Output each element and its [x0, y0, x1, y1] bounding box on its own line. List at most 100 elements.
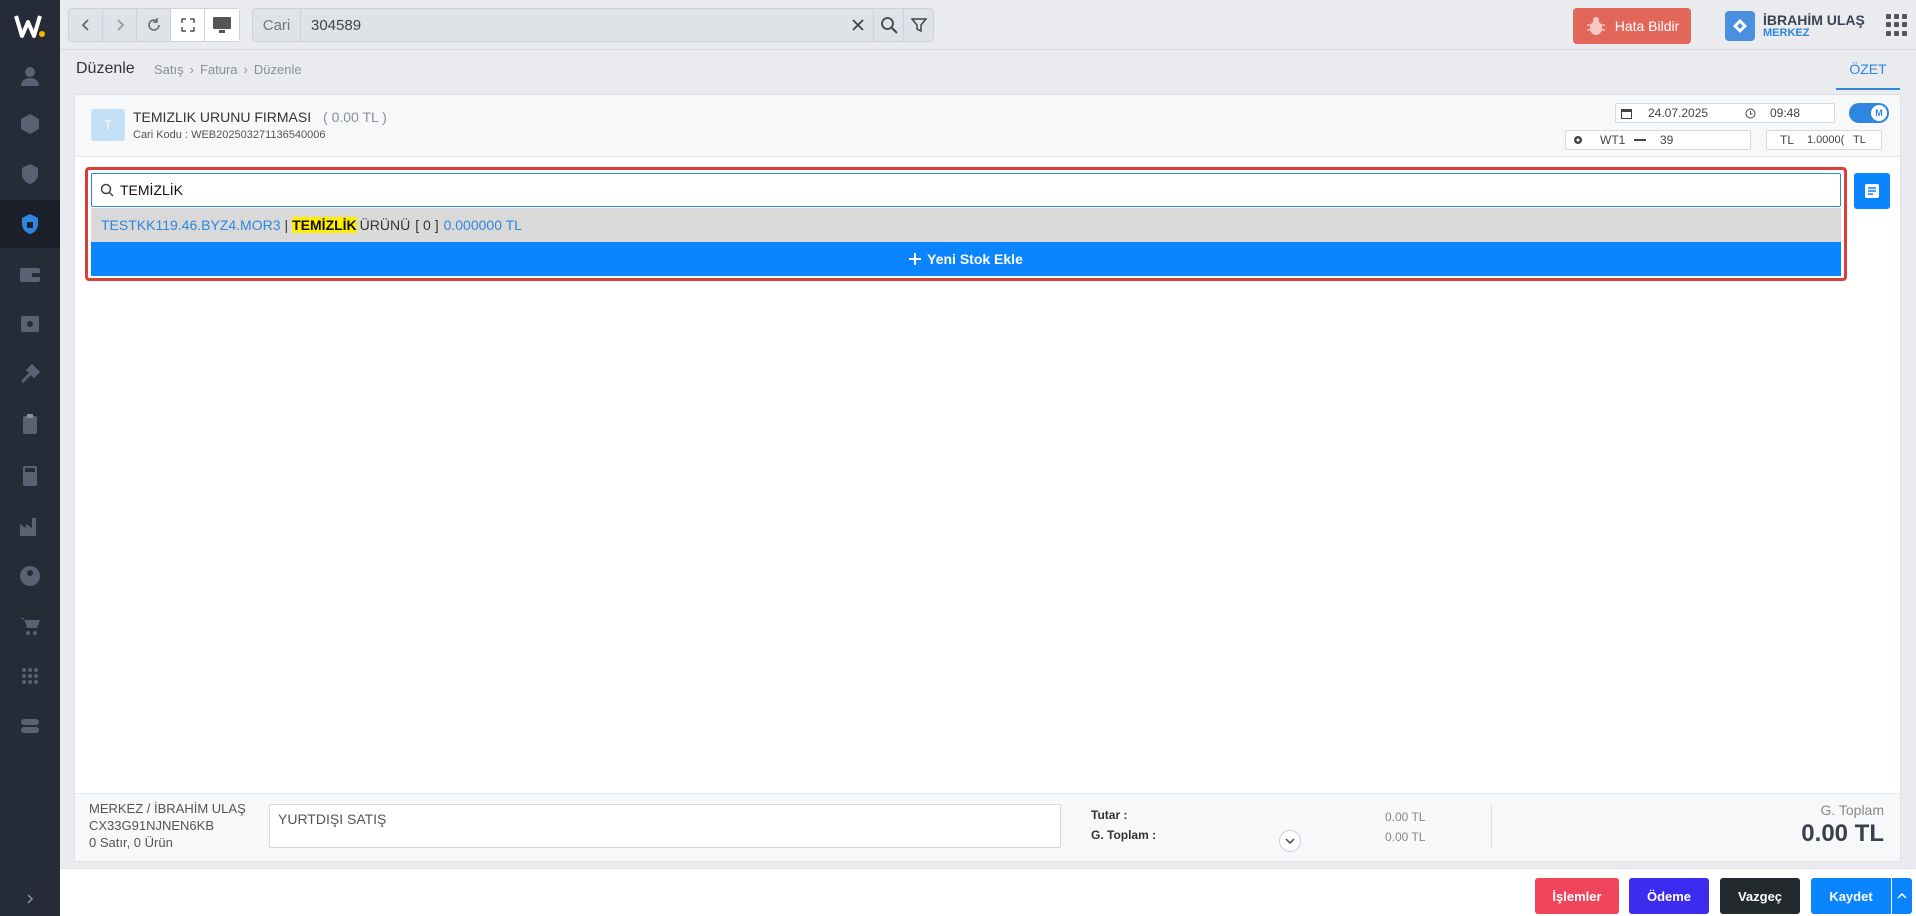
stock-search-frame: TEMİZLİK TESTKK119.46.BYZ4.MOR3 | TEMİZL… — [85, 167, 1847, 281]
user-name: İBRAHİM ULAŞ — [1763, 12, 1865, 28]
clipboard-icon[interactable] — [0, 400, 60, 448]
date-value[interactable]: 24.07.2025 — [1636, 106, 1740, 120]
breadcrumb-item[interactable]: Satış — [154, 62, 184, 77]
clear-icon[interactable] — [843, 9, 873, 41]
footer-info: MERKEZ / İBRAHİM ULAŞ CX33G91NJNEN6KB 0 … — [89, 800, 246, 851]
search-icon[interactable] — [873, 9, 903, 41]
exchange-currency: TL — [1853, 134, 1866, 146]
search-icon — [100, 183, 114, 197]
invoice-icon[interactable] — [0, 200, 60, 248]
result-name: ÜRÜNÜ — [359, 217, 411, 233]
user-icon[interactable] — [0, 52, 60, 100]
firm-balance: ( 0.00 TL ) — [323, 109, 387, 125]
user-avatar-icon — [1725, 11, 1755, 41]
stock-search-value: TEMİZLİK — [120, 182, 184, 198]
box-icon[interactable] — [0, 100, 60, 148]
person-icon[interactable] — [0, 552, 60, 600]
expand-rail-icon[interactable] — [0, 882, 60, 916]
filter-icon[interactable] — [903, 9, 933, 41]
add-stock-button[interactable]: Yeni Stok Ekle — [91, 242, 1841, 276]
note-button[interactable] — [1854, 173, 1890, 209]
left-rail — [0, 0, 60, 916]
wallet-icon[interactable] — [0, 250, 60, 298]
result-highlight: TEMİZLİK — [292, 217, 357, 233]
result-quantity: [ 0 ] — [415, 217, 439, 233]
report-bug-button[interactable]: Hata Bildir — [1573, 8, 1691, 44]
breadcrumb-item[interactable]: Fatura — [200, 62, 238, 77]
amount-label: Tutar : — [1091, 808, 1128, 822]
global-search: Cari 304589 — [252, 8, 934, 42]
row-summary: 0 Satır, 0 Ürün — [89, 835, 173, 850]
currency-code[interactable]: TL — [1767, 133, 1807, 147]
cancel-button[interactable]: Vazgeç — [1720, 878, 1800, 914]
breadcrumb: Satış › Fatura › Düzenle — [154, 62, 302, 77]
save-button[interactable]: Kaydet — [1811, 878, 1891, 914]
mode-toggle[interactable]: M — [1849, 103, 1889, 123]
back-icon[interactable] — [69, 9, 103, 41]
apps-icon[interactable] — [0, 652, 60, 700]
page-title: Düzenle — [76, 60, 135, 77]
firm-code: Cari Kodu : WEB202503271136540006 — [133, 129, 326, 141]
report-bug-label: Hata Bildir — [1614, 18, 1680, 34]
time-value[interactable]: 09:48 — [1760, 106, 1800, 120]
refresh-icon[interactable] — [137, 9, 171, 41]
user-branch: MERKEZ — [1763, 27, 1810, 39]
stock-search-result[interactable]: TESTKK119.46.BYZ4.MOR3 | TEMİZLİK ÜRÜNÜ … — [91, 208, 1841, 242]
calendar-icon — [1616, 108, 1636, 119]
monitor-icon[interactable] — [205, 9, 239, 41]
cart-icon[interactable] — [0, 602, 60, 650]
user-menu[interactable]: İBRAHİM ULAŞ MERKEZ — [1725, 10, 1865, 42]
warehouse-value[interactable]: 39 — [1648, 133, 1673, 147]
shield-icon[interactable] — [0, 150, 60, 198]
nav-group — [68, 8, 240, 42]
chevron-up-icon — [1897, 893, 1907, 899]
amount-value: 0.00 TL — [1385, 810, 1426, 824]
tools-icon[interactable] — [0, 350, 60, 398]
calculator-icon[interactable] — [0, 452, 60, 500]
warehouse-code: WT1 — [1600, 133, 1626, 147]
apps-grid-icon[interactable] — [1886, 14, 1908, 36]
grand-total-value: 0.00 TL — [1385, 830, 1426, 844]
gear-icon[interactable] — [1566, 134, 1590, 146]
branch-user: MERKEZ / İBRAHİM ULAŞ — [89, 801, 246, 816]
exchange-rate[interactable]: 1.0000( — [1807, 134, 1851, 146]
firm-avatar: T — [91, 109, 125, 141]
bug-icon — [1586, 17, 1605, 35]
invoice-header: T TEMIZLIK URUNU FIRMASI ( 0.00 TL ) Car… — [75, 95, 1900, 157]
add-stock-label: Yeni Stok Ekle — [927, 251, 1023, 267]
payment-button[interactable]: Ödeme — [1629, 878, 1709, 914]
date-time-field[interactable]: 24.07.2025 09:48 — [1615, 103, 1835, 123]
result-code: TESTKK119.46.BYZ4.MOR3 — [101, 217, 281, 233]
footer-divider — [1491, 804, 1492, 848]
grand-total: 0.00 TL — [1801, 820, 1884, 847]
operations-button[interactable]: İşlemler — [1535, 878, 1619, 914]
save-options-button[interactable] — [1892, 878, 1912, 914]
stock-search-input[interactable]: TEMİZLİK — [91, 173, 1841, 207]
breadcrumb-item: Düzenle — [253, 62, 302, 77]
app-logo[interactable] — [12, 10, 48, 42]
note-icon — [1865, 184, 1879, 198]
invoice-panel: T TEMIZLIK URUNU FIRMASI ( 0.00 TL ) Car… — [74, 94, 1901, 862]
description-field[interactable]: YURTDIŞI SATIŞ — [269, 804, 1061, 848]
toggle-icon[interactable] — [0, 702, 60, 750]
warehouse-field[interactable]: WT1 39 — [1565, 130, 1751, 150]
toggle-knob: M — [1871, 105, 1887, 121]
factory-icon[interactable] — [0, 502, 60, 550]
result-price: 0.000000 TL — [443, 217, 522, 233]
result-separator: | — [284, 217, 289, 233]
chevron-down-icon[interactable] — [1279, 830, 1301, 852]
firm-name-line[interactable]: TEMIZLIK URUNU FIRMASI ( 0.00 TL ) — [133, 109, 387, 125]
fullscreen-icon[interactable] — [171, 9, 205, 41]
chevron-right-icon: › — [243, 62, 248, 77]
safe-icon[interactable] — [0, 300, 60, 348]
search-input[interactable]: 304589 — [301, 17, 843, 34]
forward-icon[interactable] — [103, 9, 137, 41]
invoice-footer: MERKEZ / İBRAHİM ULAŞ CX33G91NJNEN6KB 0 … — [75, 793, 1900, 861]
tab-summary[interactable]: ÖZET — [1836, 50, 1900, 90]
grand-total-title: G. Toplam — [1820, 802, 1884, 818]
minus-icon — [1632, 139, 1648, 141]
search-category[interactable]: Cari — [253, 9, 301, 41]
clock-icon — [1740, 108, 1760, 119]
chevron-right-icon: › — [189, 62, 194, 77]
currency-field[interactable]: TL 1.0000( TL — [1766, 130, 1882, 150]
